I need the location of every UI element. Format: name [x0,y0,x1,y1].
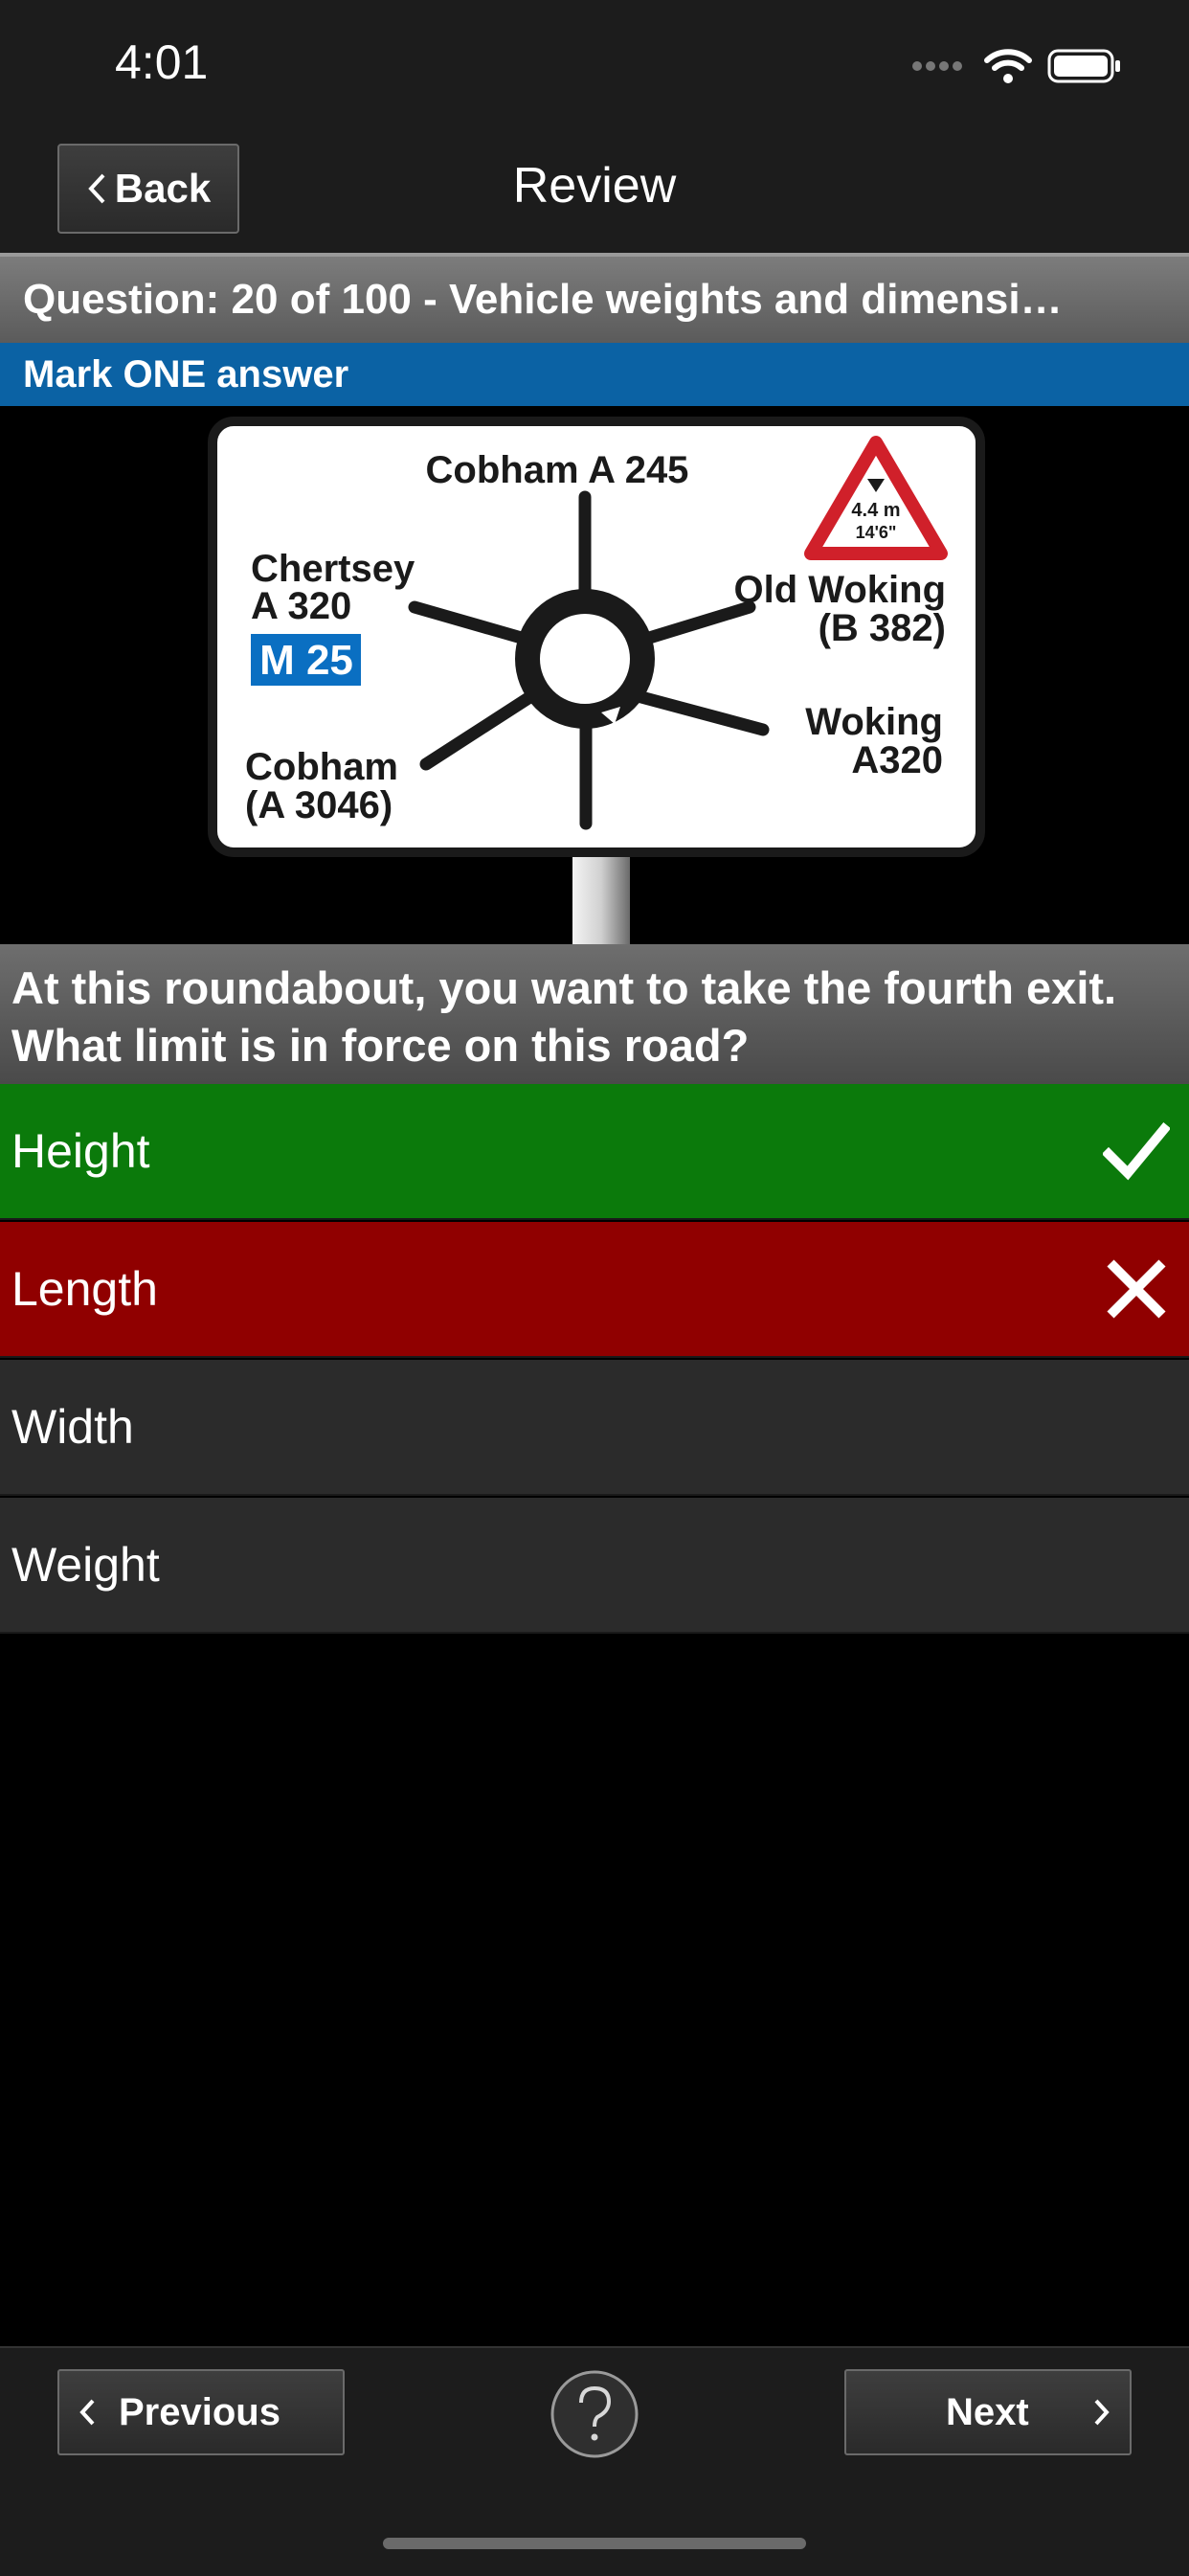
next-button[interactable]: Next [844,2369,1132,2455]
answer-instruction: Mark ONE answer [0,343,1189,406]
question-header: Question: 20 of 100 - Vehicle weights an… [0,257,1189,343]
sign-label-left-top-2: A 320 [251,585,351,627]
sign-label-right-top-2: (B 382) [819,607,946,649]
battery-icon [1047,49,1120,83]
motorway-label: M 25 [259,637,353,684]
cross-icon [1107,1259,1166,1319]
sign-label-left-bottom-1: Cobham [245,746,398,788]
roundabout-sign-image: Cobham A 245 Chertsey A 320 Old Woking (… [208,417,985,944]
sign-label-left-bottom-2: (A 3046) [245,784,393,826]
answer-option-height[interactable]: Height [0,1084,1189,1220]
answer-label: Weight [11,1538,160,1592]
sign-label-right-top-1: Old Woking [734,569,946,611]
next-label: Next [946,2390,1029,2433]
status-icons [911,42,1122,90]
answer-label: Width [11,1400,134,1454]
previous-button[interactable]: Previous [57,2369,345,2455]
answer-option-width[interactable]: Width [0,1360,1189,1496]
question-text: At this roundabout, you want to take the… [0,944,1189,1084]
question-image: Cobham A 245 Chertsey A 320 Old Woking (… [0,406,1189,944]
sign-label-top: Cobham A 245 [426,449,689,491]
sign-label-left-top-1: Chertsey [251,548,415,590]
chevron-right-icon [1094,2399,1110,2426]
sign-label-right-bottom-1: Woking [805,701,943,743]
cellular-signal-icon [912,61,962,71]
status-time: 4:01 [115,35,209,89]
previous-label: Previous [119,2390,280,2433]
help-button[interactable] [550,2369,639,2459]
answer-option-weight[interactable]: Weight [0,1498,1189,1634]
answer-option-length[interactable]: Length [0,1222,1189,1358]
sign-label-right-bottom-2: A320 [851,739,943,781]
sign-post [572,852,630,944]
height-limit-imperial: 14'6" [856,523,897,542]
height-limit-metric: 4.4 m [851,500,900,521]
chevron-left-icon [79,2399,95,2426]
home-indicator [383,2538,806,2549]
wifi-icon [984,49,1032,83]
checkmark-icon [1103,1121,1170,1181]
page-title: Review [512,158,677,214]
answer-label: Length [11,1262,158,1316]
answer-label: Height [11,1124,150,1178]
